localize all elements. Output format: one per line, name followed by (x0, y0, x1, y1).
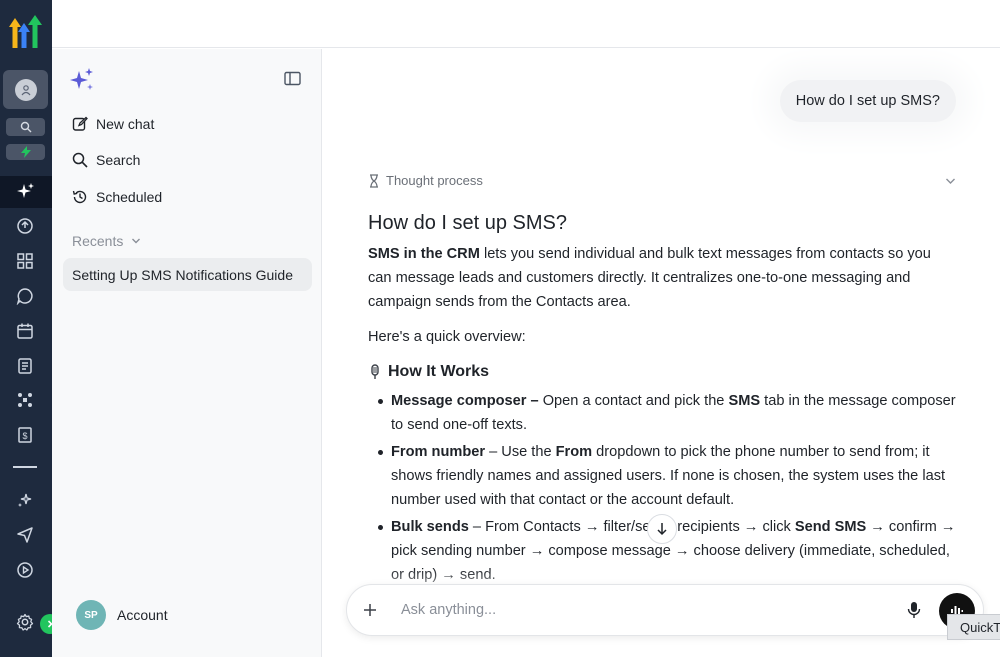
bullet-text: – From Contacts → filter/select recipien… (468, 519, 795, 535)
bullet-text: Open a contact and pick the (538, 393, 729, 409)
bullet-bold: From number (391, 444, 486, 460)
microphone-icon (907, 602, 921, 618)
bullet-text: – Use the (485, 444, 556, 460)
bullet-bold: From (555, 444, 593, 460)
add-attachment-button[interactable] (363, 603, 383, 617)
plus-icon (364, 604, 376, 616)
thought-process-toggle[interactable]: Thought process (368, 173, 956, 188)
chat-input[interactable] (401, 602, 871, 618)
bullet-bold: Bulk sends (391, 519, 469, 535)
ai-sparkle-icon (68, 66, 96, 99)
search-icon (72, 152, 88, 168)
rail-ai-button[interactable] (0, 176, 52, 208)
response-intro: SMS in the CRM lets you send individual … (368, 242, 958, 314)
rail-search-button[interactable] (6, 118, 45, 136)
new-chat-label: New chat (96, 116, 155, 132)
account-icon (14, 78, 37, 101)
lightning-icon (20, 146, 31, 158)
user-message-text: How do I set up SMS? (795, 93, 940, 109)
payments-icon[interactable]: $ (14, 424, 36, 446)
scheduled-button[interactable]: Scheduled (62, 180, 312, 214)
user-message-bubble: How do I set up SMS? (779, 80, 956, 122)
account-button[interactable]: SP Account (76, 600, 168, 630)
account-switcher-button[interactable] (3, 70, 48, 109)
chat-input-bar (346, 584, 984, 636)
arrow-down-icon (657, 523, 667, 536)
scheduled-label: Scheduled (96, 189, 163, 205)
recents-label: Recents (72, 233, 124, 249)
list-item: Message composer – Open a contact and pi… (378, 389, 958, 437)
edit-icon (72, 116, 88, 131)
voice-input-button[interactable] (907, 601, 921, 624)
list-item: From number – Use the From dropdown to p… (378, 440, 958, 512)
recent-chat-title: Setting Up SMS Notifications Guide (72, 266, 293, 283)
response-heading: How do I set up SMS? (368, 212, 567, 234)
hourglass-icon (370, 173, 378, 188)
chevron-down-icon (946, 178, 955, 184)
logo-icon[interactable] (7, 14, 45, 52)
quick-tooltip: QuickT (947, 614, 1000, 640)
settings-icon[interactable] (14, 611, 36, 633)
marketing-icon[interactable] (14, 524, 36, 546)
chat-main: How do I set up SMS? Thought process How… (322, 49, 1000, 657)
svg-text:$: $ (22, 431, 27, 441)
search-button[interactable]: Search (62, 143, 312, 177)
bullet-bold: SMS (728, 393, 761, 409)
bullet-bold: Message composer – (391, 393, 539, 409)
intro-bold: SMS in the CRM (368, 246, 480, 262)
launchpad-icon[interactable] (14, 215, 36, 237)
how-it-works-list: Message composer – Open a contact and pi… (368, 389, 958, 587)
opportunities-icon[interactable] (14, 389, 36, 411)
avatar: SP (76, 600, 106, 630)
tooltip-text: QuickT (960, 619, 1000, 635)
rail-divider (13, 466, 37, 468)
chevron-down-icon (132, 238, 141, 244)
search-icon (20, 121, 31, 133)
thought-process-label: Thought process (386, 173, 483, 188)
scroll-to-bottom-button[interactable] (647, 514, 677, 544)
recent-chat-item[interactable]: Setting Up SMS Notifications Guide (63, 258, 312, 291)
contacts-icon[interactable] (14, 355, 36, 377)
automation-icon[interactable] (14, 559, 36, 581)
search-label: Search (96, 152, 141, 168)
bullet-bold: Send SMS (794, 519, 867, 535)
recents-toggle[interactable]: Recents (72, 233, 141, 249)
panel-icon (284, 71, 301, 86)
new-chat-button[interactable]: New chat (62, 107, 312, 141)
microphone-icon (371, 364, 379, 379)
conversations-icon[interactable] (14, 285, 36, 307)
section-heading: How It Works (368, 360, 958, 384)
response-overview: Here's a quick overview: (368, 329, 526, 345)
ai-agents-icon[interactable] (14, 489, 36, 511)
account-label: Account (117, 607, 168, 623)
section-title: How It Works (388, 363, 490, 380)
ai-sparkle-icon (17, 183, 34, 198)
top-bar (52, 0, 1000, 48)
dashboard-icon[interactable] (14, 250, 36, 272)
chat-sidebar: New chat Search Scheduled Recents Settin… (52, 49, 322, 657)
quick-action-button[interactable] (6, 144, 45, 160)
history-icon (72, 190, 87, 204)
sidebar-toggle-button[interactable] (284, 71, 301, 91)
calendar-icon[interactable] (14, 320, 36, 342)
app-rail: $ (0, 0, 60, 657)
